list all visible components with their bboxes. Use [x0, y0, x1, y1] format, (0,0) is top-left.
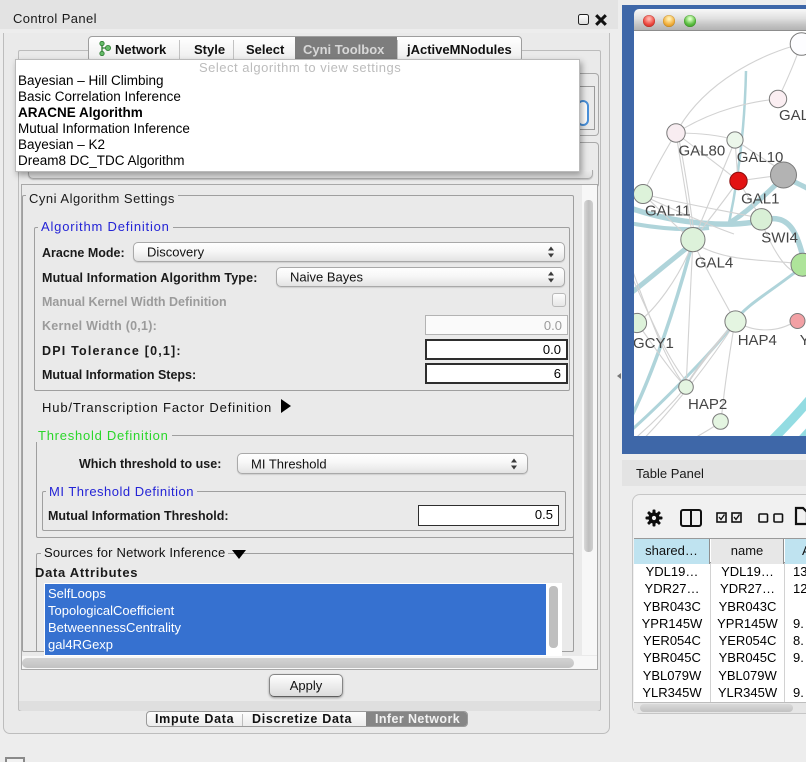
svg-text:Y: Y — [800, 332, 806, 349]
svg-text:GAL2: GAL2 — [779, 107, 806, 124]
svg-text:GAL80: GAL80 — [679, 143, 726, 160]
svg-text:HAP4: HAP4 — [738, 332, 777, 349]
svg-text:GCY1: GCY1 — [634, 335, 674, 352]
svg-text:GAL1: GAL1 — [741, 191, 779, 208]
svg-text:SWI4: SWI4 — [761, 229, 798, 246]
svg-text:GAL10: GAL10 — [737, 149, 784, 166]
svg-text:HAP2: HAP2 — [688, 396, 727, 413]
svg-text:GAL4: GAL4 — [695, 255, 733, 272]
svg-text:GAL11: GAL11 — [645, 203, 691, 220]
